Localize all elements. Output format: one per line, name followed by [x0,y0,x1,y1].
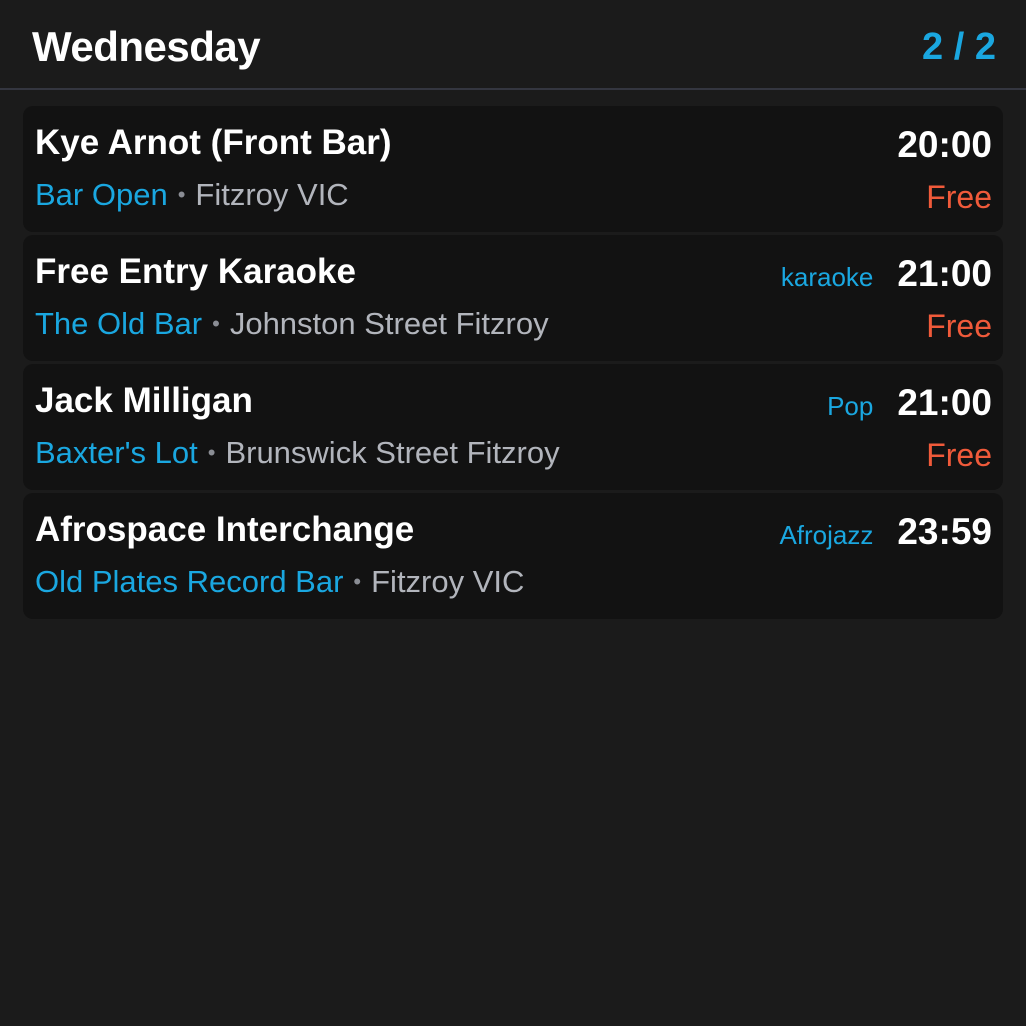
event-price: Free [926,308,992,344]
separator-dot: • [212,311,220,336]
venue-location: Fitzroy VIC [371,564,525,599]
event-list: Kye Arnot (Front Bar) Bar Open • Fitzroy V… [23,106,1003,622]
event-meta: 20:00 [897,124,992,166]
event-card[interactable]: Jack Milligan Baxter's Lot • Brunswick Str… [23,364,1003,490]
event-time: 21:00 [897,253,992,294]
page-indicator[interactable]: 2 / 2 [922,22,996,72]
page-title: Wednesday [32,23,261,70]
genre-tag[interactable]: karaoke [781,262,874,293]
venue-name-link[interactable]: Old Plates Record Bar [35,564,343,599]
event-time: 23:59 [897,511,992,552]
event-price: Free [926,437,992,473]
venue-name-link[interactable]: Baxter's Lot [35,435,198,470]
event-meta: Afrojazz 23:59 [779,511,992,553]
event-title: Jack Milligan [35,381,253,420]
venue-line: Bar Open • Fitzroy VIC [35,176,349,217]
event-price: Free [926,179,992,215]
separator-dot: • [353,569,362,594]
venue-line: Old Plates Record Bar • Fitzroy VIC [35,563,524,604]
venue-name-link[interactable]: The Old Bar [35,306,202,341]
event-time: 20:00 [897,124,992,165]
event-card[interactable]: Kye Arnot (Front Bar) Bar Open • Fitzroy V… [23,106,1003,232]
genre-tag[interactable]: Pop [827,391,873,422]
separator-dot: • [177,182,186,207]
event-meta: Pop 21:00 [827,382,992,424]
venue-line: Baxter's Lot • Brunswick Street Fitzroy [35,434,560,475]
genre-tag[interactable]: Afrojazz [779,520,873,551]
event-card[interactable]: Free Entry Karaoke The Old Bar • Johnston … [23,235,1003,361]
header: Wednesday 2 / 2 [0,0,1026,90]
venue-location: Brunswick Street Fitzroy [225,435,560,470]
venue-name-link[interactable]: Bar Open [35,177,168,212]
separator-dot: • [207,440,216,465]
venue-line: The Old Bar • Johnston Street Fitzroy [35,305,549,346]
event-time: 21:00 [897,382,992,423]
event-title: Afrospace Interchange [35,510,415,549]
event-meta: karaoke 21:00 [781,253,992,295]
event-title: Kye Arnot (Front Bar) [35,123,392,162]
event-card[interactable]: Afrospace Interchange Old Plates Record … [23,493,1003,619]
event-title: Free Entry Karaoke [35,252,356,291]
venue-location: Fitzroy VIC [195,177,349,212]
venue-location: Johnston Street Fitzroy [229,306,549,341]
